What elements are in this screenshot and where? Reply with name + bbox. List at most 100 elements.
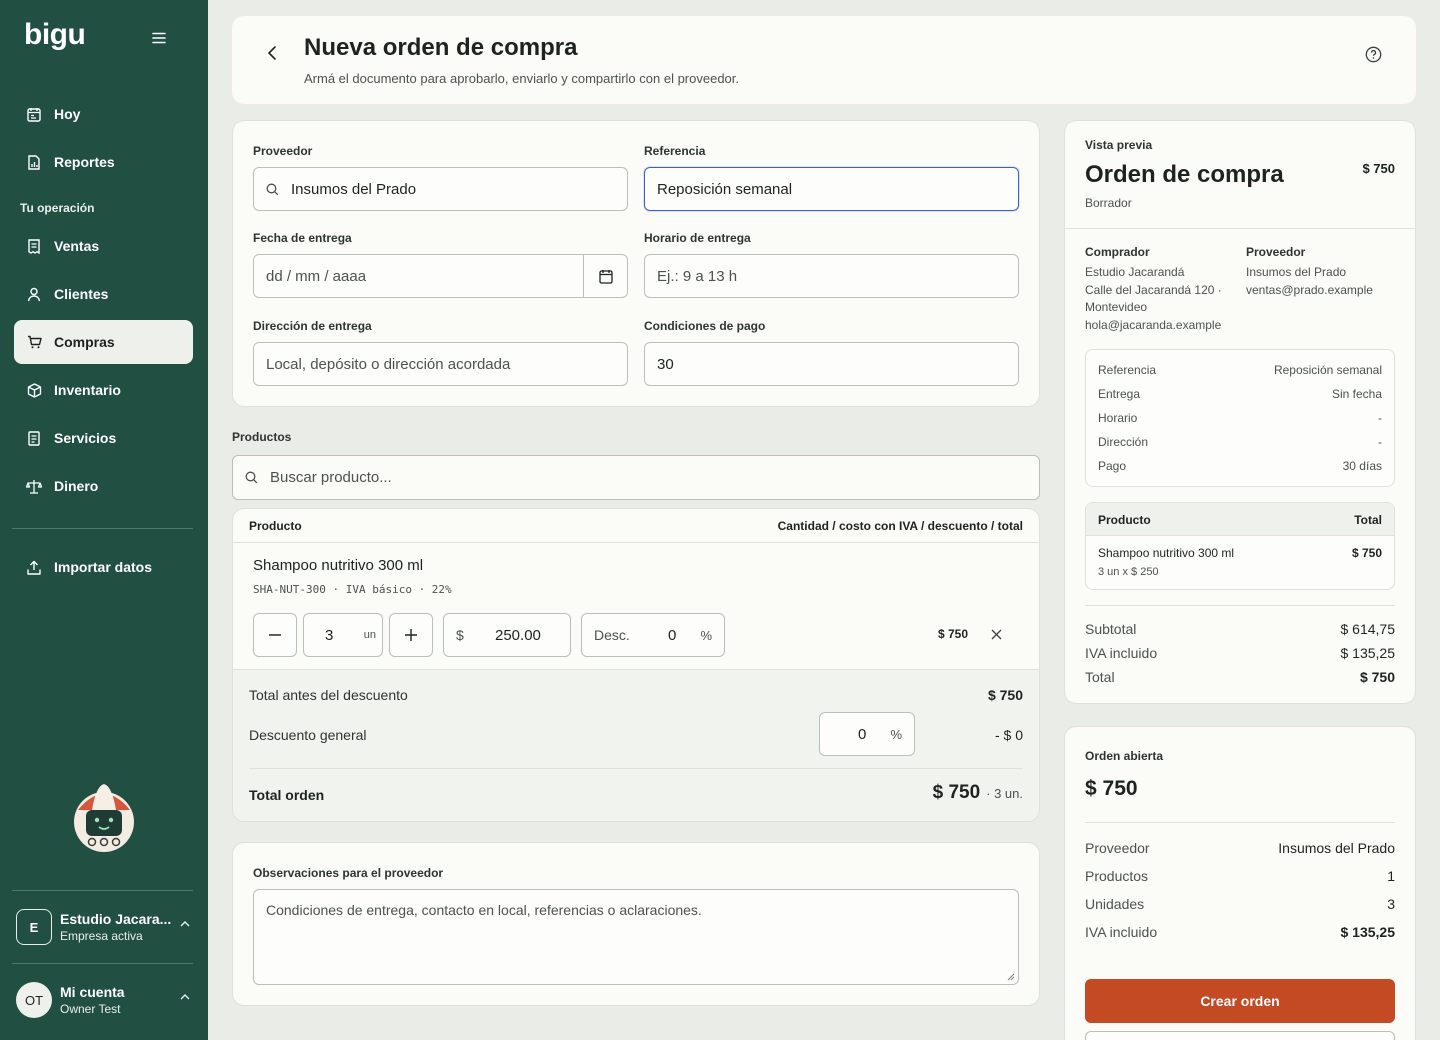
column-header-product: Producto: [1098, 513, 1151, 527]
secondary-action-button[interactable]: [1085, 1031, 1395, 1040]
sidebar-item-label: Dinero: [54, 478, 99, 494]
decrease-qty-button[interactable]: [253, 613, 297, 657]
order-preview: Vista previa Orden de compra $ 750 Borra…: [1064, 120, 1416, 704]
horario-label: Horario de entrega: [644, 231, 751, 245]
product-search-input[interactable]: Buscar producto...: [232, 455, 1040, 500]
discount-label: Desc.: [594, 627, 630, 643]
mascot-image: [70, 780, 138, 854]
fecha-input[interactable]: dd / mm / aaaa: [253, 254, 628, 298]
account-name: Mi cuenta: [60, 984, 125, 1000]
summary-value: $ 135,25: [1340, 924, 1396, 940]
sidebar-item-servicios[interactable]: Servicios: [14, 416, 193, 460]
products-section-title: Productos: [232, 430, 292, 444]
buyer-line: Montevideo: [1085, 300, 1148, 314]
quantity-value: 3: [325, 626, 334, 644]
observations-textarea[interactable]: Condiciones de entrega, contacto en loca…: [253, 889, 1019, 985]
referencia-label: Referencia: [644, 144, 706, 158]
cost-currency: $: [456, 627, 464, 643]
preview-iva-label: IVA incluido: [1085, 645, 1158, 661]
summary-divider: [1085, 822, 1395, 823]
referencia-input[interactable]: Reposición semanal: [644, 167, 1019, 211]
detail-row: Horario -: [1098, 411, 1382, 425]
product-search-placeholder: Buscar producto...: [270, 469, 392, 486]
avatar: OT: [16, 982, 52, 1018]
buyer-line: Estudio Jacarandá: [1085, 265, 1185, 279]
cost-input[interactable]: $ 250.00: [443, 613, 571, 657]
back-icon[interactable]: [266, 45, 278, 61]
remove-line-button[interactable]: [991, 629, 1002, 640]
calendar-icon: [598, 269, 613, 284]
buyer-label: Comprador: [1085, 245, 1150, 259]
company-name: Estudio Jacara...: [60, 911, 172, 927]
sidebar-item-inventario[interactable]: Inventario: [14, 368, 193, 412]
horario-placeholder: Ej.: 9 a 13 h: [657, 267, 738, 285]
sidebar-item-label: Compras: [54, 334, 115, 350]
calendar-icon: [14, 107, 54, 122]
summary-divider: [249, 768, 1023, 769]
proveedor-input[interactable]: Insumos del Prado: [253, 167, 628, 211]
preview-status: Borrador: [1085, 196, 1132, 210]
pago-input[interactable]: 30: [644, 342, 1019, 386]
help-icon[interactable]: [1365, 46, 1383, 64]
table-header: Producto Total: [1086, 503, 1394, 536]
order-total-units: · 3 un.: [986, 786, 1023, 801]
preview-details: Referencia Reposición semanal Entrega Sin …: [1085, 349, 1395, 487]
app-logo[interactable]: bigu: [24, 18, 86, 52]
summary-key: Proveedor: [1085, 840, 1150, 856]
table-header: Producto Cantidad / costo con IVA / desc…: [233, 509, 1039, 543]
sidebar-item-hoy[interactable]: Hoy: [14, 92, 193, 136]
sidebar-divider: [12, 528, 193, 529]
discount-input[interactable]: Desc. 0 %: [581, 613, 725, 657]
account-menu[interactable]: OT Mi cuenta Owner Test: [16, 980, 196, 1020]
preview-total-value: $ 750: [1359, 669, 1395, 685]
search-icon: [266, 183, 279, 196]
calendar-picker-button[interactable]: [583, 255, 627, 297]
increase-qty-button[interactable]: [389, 613, 433, 657]
account-user: Owner Test: [60, 1002, 121, 1016]
quantity-input[interactable]: 3 un: [303, 613, 383, 657]
line-detail: 3 un x $ 250: [1098, 566, 1159, 578]
direccion-input[interactable]: Local, depósito o dirección acordada: [253, 342, 628, 386]
receipt-icon: [14, 238, 54, 254]
summary-row: IVA incluido $ 135,25: [1085, 924, 1395, 940]
column-header-detail: Cantidad / costo con IVA / descuento / t…: [777, 519, 1023, 533]
create-order-button[interactable]: Crear orden: [1085, 979, 1395, 1023]
report-icon: [14, 154, 54, 170]
order-summary: Total antes del descuento $ 750 Descuent…: [233, 669, 1039, 821]
subtotal-label: Total antes del descuento: [249, 687, 408, 703]
sidebar: bigu Hoy Reportes Tu operación Ventas Cl…: [0, 0, 208, 1040]
preview-iva-value: $ 135,25: [1340, 645, 1396, 661]
detail-row: Pago 30 días: [1098, 459, 1382, 473]
sidebar-item-importar[interactable]: Importar datos: [14, 545, 193, 589]
sidebar-item-dinero[interactable]: Dinero: [14, 464, 193, 508]
sidebar-item-compras[interactable]: Compras: [14, 320, 193, 364]
plus-icon: [405, 629, 417, 641]
search-icon: [245, 471, 258, 484]
general-discount-input[interactable]: 0 %: [819, 712, 915, 756]
sidebar-item-clientes[interactable]: Clientes: [14, 272, 193, 316]
column-header-product: Producto: [249, 519, 302, 533]
direccion-label: Dirección de entrega: [253, 319, 372, 333]
line-name: Shampoo nutritivo 300 ml: [1098, 546, 1235, 560]
sidebar-item-reportes[interactable]: Reportes: [14, 140, 193, 184]
preview-subtotal-label: Subtotal: [1085, 621, 1137, 637]
observations-card: Observaciones para el proveedor Condicio…: [232, 842, 1040, 1006]
detail-key: Pago: [1098, 459, 1127, 473]
preview-lines-table: Producto Total Shampoo nutritivo 300 ml …: [1085, 502, 1395, 590]
buyer-line: hola@jacaranda.example: [1085, 317, 1222, 332]
buyer-line: Calle del Jacarandá 120 ·: [1085, 282, 1222, 297]
fecha-placeholder: dd / mm / aaaa: [266, 267, 367, 285]
sidebar-item-ventas[interactable]: Ventas: [14, 224, 193, 268]
supplier-block: Proveedor Insumos del Prado ventas@prado…: [1246, 245, 1396, 299]
product-meta: SHA-NUT-300 · IVA básico · 22%: [253, 583, 452, 596]
order-form: Proveedor Insumos del Prado Referencia R…: [232, 120, 1040, 407]
company-switcher[interactable]: E Estudio Jacara... Empresa activa: [16, 907, 196, 947]
menu-icon[interactable]: [152, 32, 170, 48]
user-icon: [14, 287, 54, 302]
detail-row: Entrega Sin fecha: [1098, 387, 1382, 401]
resize-handle-icon[interactable]: [1007, 973, 1015, 981]
sidebar-item-label: Inventario: [54, 382, 121, 398]
horario-input[interactable]: Ej.: 9 a 13 h: [644, 254, 1019, 298]
scale-icon: [14, 479, 54, 494]
cart-icon: [14, 335, 54, 349]
